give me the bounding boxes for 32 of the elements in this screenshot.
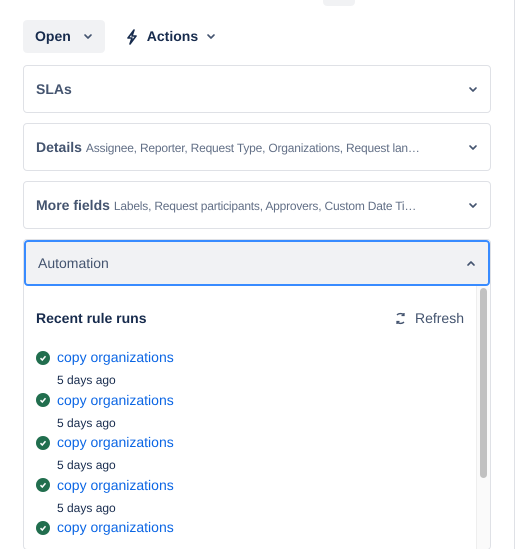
chevron-down-icon xyxy=(468,202,478,208)
scrollbar-thumb[interactable] xyxy=(480,288,487,478)
chevron-up-icon xyxy=(466,260,476,266)
section-title: SLAs xyxy=(36,80,72,98)
rule-link[interactable]: copy organizations xyxy=(57,432,174,453)
chevron-down-icon xyxy=(468,86,478,92)
actions-dropdown-button[interactable]: Actions xyxy=(112,20,228,53)
rule-link[interactable]: copy organizations xyxy=(57,390,174,410)
run-time: 5 days ago xyxy=(57,372,117,389)
run-time: 5 days ago xyxy=(57,414,117,432)
run-time: 5 days ago xyxy=(57,500,117,516)
rule-link[interactable]: copy organizations xyxy=(57,347,174,368)
run-time: 5 days ago xyxy=(57,457,117,474)
section-header[interactable]: Automation xyxy=(24,240,490,286)
refresh-button[interactable]: Refresh xyxy=(394,308,464,329)
section-title: Automation xyxy=(38,254,109,272)
section-header[interactable]: SLAs xyxy=(24,66,490,112)
chevron-down-icon xyxy=(82,33,93,40)
section-summary: Labels, Request participants, Approvers, Custom Date Ti… xyxy=(114,198,416,214)
chevron-down-icon xyxy=(206,33,216,40)
section-summary: Assignee, Reporter, Request Type, Organizations, Request lan… xyxy=(86,140,420,156)
rule-link[interactable]: copy organizations xyxy=(57,474,174,496)
refresh-icon xyxy=(394,312,407,325)
section-title: Details xyxy=(36,138,82,156)
section-title: More fields xyxy=(36,196,110,214)
recent-runs-heading: Recent rule runs xyxy=(36,309,146,328)
section-header[interactable]: More fields Labels, Request participants, Approvers, Custom Date Ti… xyxy=(24,182,490,228)
chevron-down-icon xyxy=(468,144,478,150)
lightning-icon xyxy=(124,28,139,44)
status-dropdown-button[interactable]: Open xyxy=(23,20,105,53)
rule-link[interactable]: copy organizations xyxy=(57,517,174,538)
section-header[interactable]: Details Assignee, Reporter, Request Type, Organizations, Request lan… xyxy=(24,124,490,170)
